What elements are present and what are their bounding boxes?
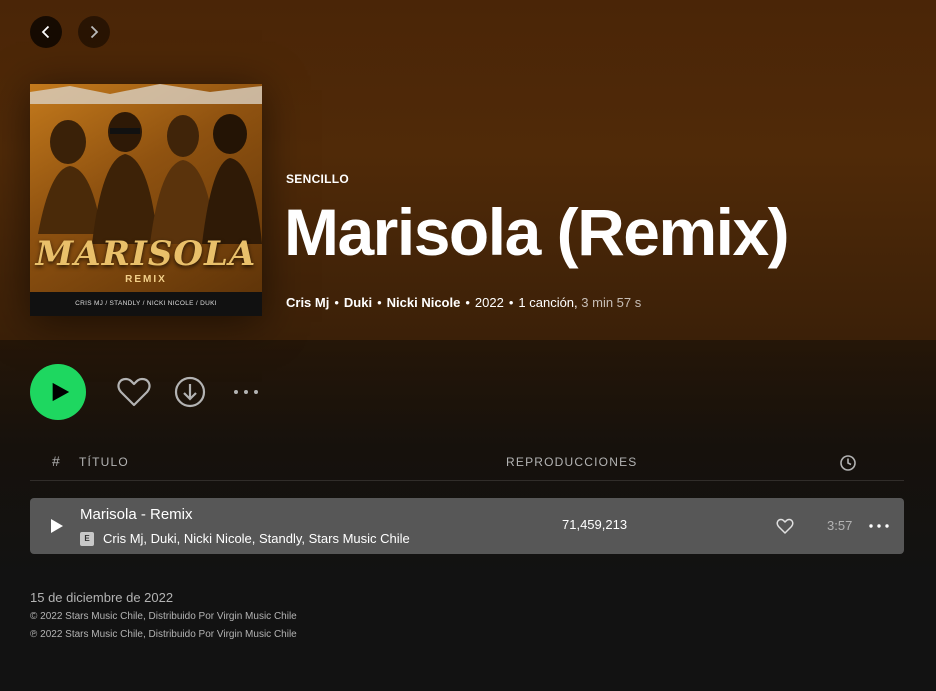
copyright-text: © 2022 Stars Music Chile, Distribuido Po… (30, 611, 297, 622)
forward-button[interactable] (78, 16, 110, 48)
like-button[interactable] (116, 374, 152, 410)
download-button[interactable] (172, 374, 208, 410)
release-year: 2022 (474, 295, 504, 310)
release-date: 15 de diciembre de 2022 (30, 590, 174, 605)
album-meta: Cris Mj • Duki • Nicki Nicole • 2022 • 1 canción… (286, 295, 642, 310)
more-icon (234, 390, 258, 394)
column-header-plays: REPRODUCCIONES (506, 455, 638, 469)
album-title: Marisola (Remix) (284, 195, 790, 269)
track-duration: 3:57 (827, 518, 853, 533)
track-title[interactable]: Marisola - Remix (80, 506, 193, 523)
heart-icon[interactable] (776, 517, 794, 535)
chevron-right-icon (90, 25, 99, 39)
play-button[interactable] (30, 364, 86, 420)
track-artists[interactable]: Cris Mj, Duki, Nicki Nicole, Standly, St… (103, 531, 410, 546)
more-options-button[interactable] (229, 380, 263, 404)
more-icon[interactable] (868, 520, 890, 532)
artist-link[interactable]: Duki (344, 295, 372, 310)
release-type-label: SENCILLO (286, 172, 350, 186)
artist-link[interactable]: Nicki Nicole (387, 295, 461, 310)
phonogram-text: ℗ 2022 Stars Music Chile, Distribuido Po… (30, 629, 297, 640)
cover-credits: CRIS MJ / STANDLY / NICKI NICOLE / DUKI (30, 292, 262, 316)
album-cover: MARISOLA REMIX CRIS MJ / STANDLY / NICKI… (30, 84, 262, 316)
chevron-left-icon (41, 25, 50, 39)
table-header-divider (30, 480, 904, 481)
artist-link[interactable]: Cris Mj (286, 295, 329, 310)
track-plays: 71,459,213 (562, 517, 628, 532)
heart-icon (117, 377, 151, 407)
cover-subtitle: REMIX (125, 274, 167, 285)
column-header-title: TÍTULO (79, 455, 129, 469)
table-row[interactable]: Marisola - Remix E Cris Mj, Duki, Nicki … (30, 498, 904, 554)
column-header-number: # (52, 453, 61, 469)
song-count: 1 canción (518, 295, 575, 310)
clock-icon (840, 455, 856, 471)
download-icon (174, 376, 206, 408)
play-icon (52, 382, 69, 402)
total-duration: 3 min 57 s (581, 295, 642, 310)
explicit-badge: E (80, 532, 94, 546)
back-button[interactable] (30, 16, 62, 48)
play-icon[interactable] (50, 518, 64, 534)
cover-logo: MARISOLA (35, 234, 257, 274)
